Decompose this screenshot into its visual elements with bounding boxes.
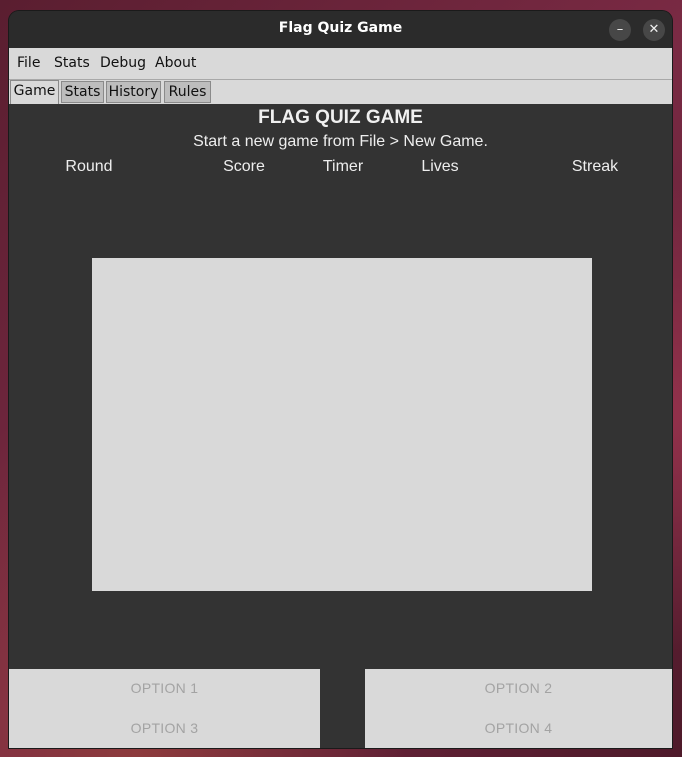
menu-bar: File Stats Debug About: [9, 48, 672, 80]
timer-label: Timer: [322, 158, 364, 175]
tab-bar: Game Stats History Rules: [9, 80, 672, 104]
minimize-button[interactable]: –: [609, 19, 631, 41]
app-window: Flag Quiz Game – ✕ File Stats Debug Abou…: [9, 11, 672, 748]
flag-image-placeholder: [92, 258, 592, 591]
game-title: FLAG QUIZ GAME: [258, 107, 423, 128]
option-4-button[interactable]: OPTION 4: [365, 708, 672, 748]
menu-file[interactable]: File: [17, 55, 40, 71]
option-2-button[interactable]: OPTION 2: [365, 669, 672, 708]
option-1-button[interactable]: OPTION 1: [9, 669, 320, 708]
window-title: Flag Quiz Game: [278, 20, 403, 36]
streak-label: Streak: [571, 158, 619, 175]
round-label: Round: [65, 158, 113, 175]
tab-stats[interactable]: Stats: [61, 81, 104, 103]
menu-about[interactable]: About: [155, 55, 196, 71]
status-message: Start a new game from File > New Game.: [193, 133, 488, 150]
title-bar[interactable]: Flag Quiz Game – ✕: [9, 11, 672, 48]
menu-debug[interactable]: Debug: [100, 55, 146, 71]
tab-history[interactable]: History: [106, 81, 161, 103]
game-panel: FLAG QUIZ GAME Start a new game from Fil…: [9, 104, 672, 748]
menu-stats[interactable]: Stats: [54, 55, 90, 71]
lives-label: Lives: [421, 158, 459, 175]
tab-game[interactable]: Game: [10, 80, 59, 104]
option-3-button[interactable]: OPTION 3: [9, 708, 320, 748]
score-label: Score: [223, 158, 265, 175]
close-button[interactable]: ✕: [643, 19, 665, 41]
tab-rules[interactable]: Rules: [164, 81, 211, 103]
